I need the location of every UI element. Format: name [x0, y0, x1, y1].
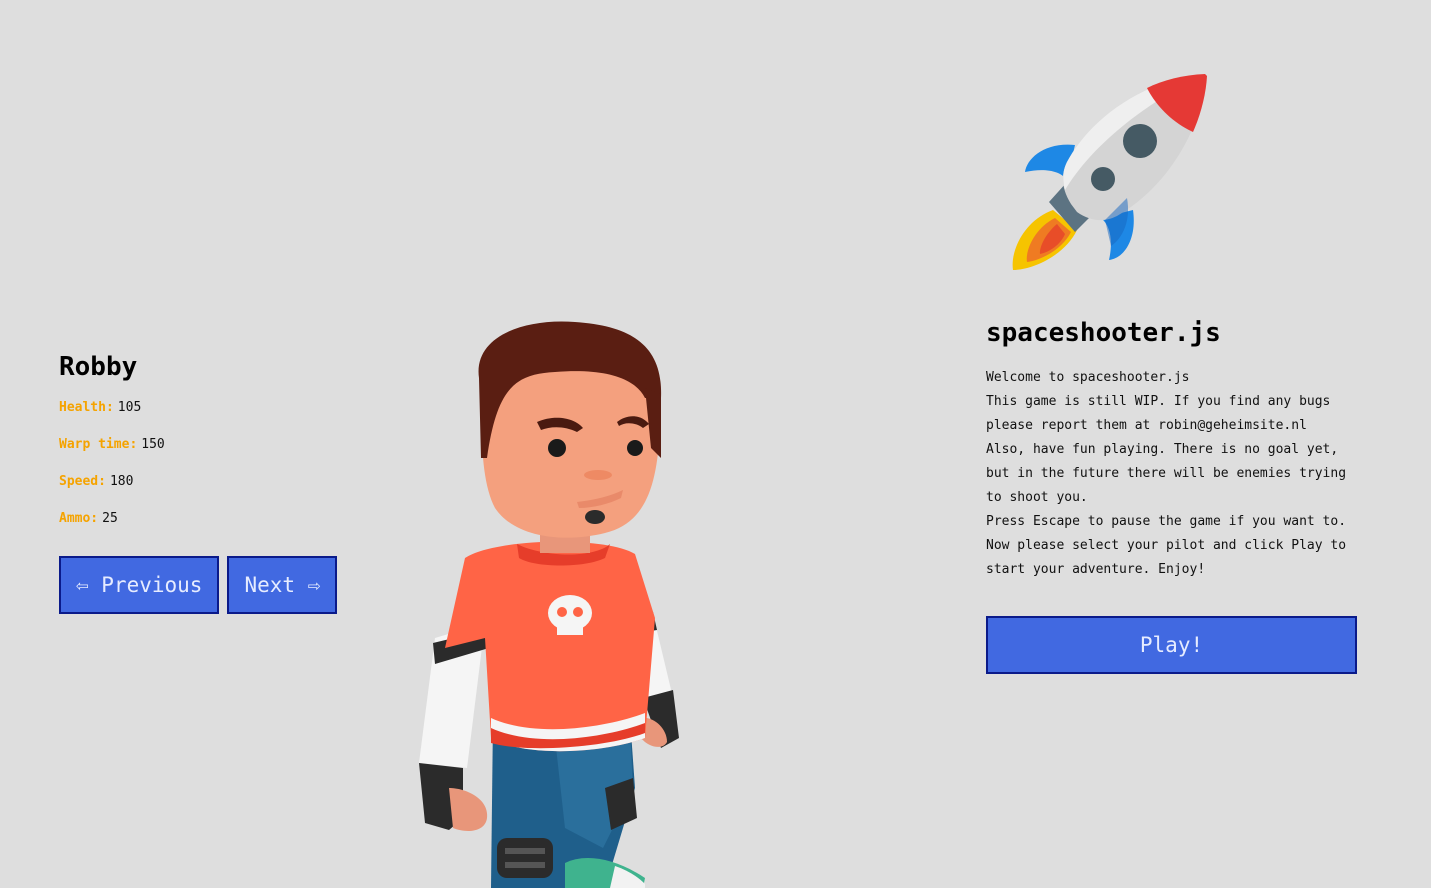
stat-label: Warp time: [59, 437, 138, 452]
previous-pilot-button[interactable]: ⇦ Previous [59, 556, 220, 614]
stat-speed: Speed: 180 [59, 474, 359, 489]
stat-value: 150 [141, 437, 165, 452]
stat-label: Health: [59, 400, 114, 415]
stat-label: Speed: [59, 474, 106, 489]
info-panel: spaceshooter.js Welcome to spaceshooter.… [986, 318, 1358, 674]
play-button[interactable]: Play! [986, 616, 1357, 674]
game-description: Welcome to spaceshooter.js This game is … [986, 370, 1347, 577]
stat-label: Ammo: [59, 511, 99, 526]
pilot-panel: Robby Health: 105 Warp time: 150 Speed: 180… [59, 352, 359, 614]
stat-health: Health: 105 [59, 400, 359, 415]
game-menu: Robby Health: 105 Warp time: 150 Speed: 180… [0, 0, 1431, 888]
stat-value: 105 [117, 400, 142, 415]
stat-value: 25 [102, 511, 118, 526]
game-title: spaceshooter.js [986, 318, 1221, 348]
stat-warp-time: Warp time: 150 [59, 437, 359, 452]
stat-ammo: Ammo: 25 [59, 511, 359, 526]
rocket-icon [1012, 74, 1207, 270]
pilot-name: Robby [59, 352, 138, 382]
next-pilot-button[interactable]: Next ⇨ [227, 556, 338, 614]
pilot-nav: ⇦ Previous Next ⇨ [59, 556, 359, 614]
pilot-character [419, 321, 679, 888]
stat-value: 180 [109, 474, 134, 489]
